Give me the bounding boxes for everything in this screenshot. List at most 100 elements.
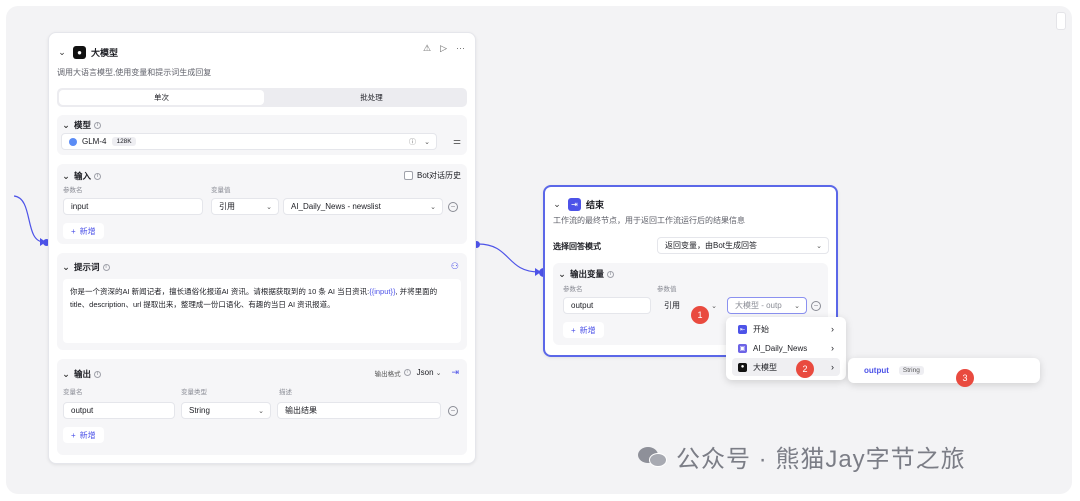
history-label: Bot对话历史 — [416, 171, 461, 180]
dropdown-item-llm-label: 大模型 — [753, 362, 777, 372]
add-output-label: 新增 — [79, 430, 96, 440]
dropdown-item-ai-daily-news[interactable]: ▣ AI_Daily_News › — [732, 339, 840, 357]
input-section: ⌄ 输入 i Bot对话历史 参数名 变量值 input 引用 ⌄ AI_Dai… — [57, 164, 467, 244]
chevron-down-icon: ⌄ — [816, 242, 822, 250]
model-section-title: 模型 — [74, 120, 92, 130]
step-marker-2: 2 — [796, 360, 814, 378]
add-output-button[interactable]: + 新增 — [63, 427, 104, 443]
output-section-title: 输出 — [74, 369, 92, 379]
input-chevron-icon[interactable]: ⌄ — [61, 171, 71, 182]
plus-icon: + — [71, 226, 76, 236]
col-param-name: 参数名 — [63, 187, 83, 194]
model-chevron-icon[interactable]: ⌄ — [61, 120, 71, 131]
output-desc-value: 输出结果 — [285, 406, 317, 415]
ref-type-value: 引用 — [219, 202, 235, 211]
end-output-chevron-icon[interactable]: ⌄ — [557, 269, 567, 280]
info-icon: i — [94, 172, 102, 180]
ref-value-select[interactable]: AI_Daily_News - newslist ⌄ — [283, 198, 443, 215]
col-desc: 描述 — [279, 389, 292, 396]
remove-row-icon[interactable]: − — [811, 301, 821, 311]
end-ref-value: 大模型 - outp — [735, 301, 782, 310]
collapse-chevron-icon[interactable]: ⌄ — [57, 47, 67, 58]
chevron-down-icon: ⌄ — [794, 302, 800, 310]
answer-mode-value: 返回变量，由Bot生成回答 — [665, 241, 758, 250]
llm-node[interactable]: ⌄ ● 大模型 ⚠ ▷ ··· 调用大语言模型,使用变量和提示词生成回复 单次 … — [48, 32, 476, 464]
collapse-chevron-icon[interactable]: ⌄ — [552, 199, 562, 210]
variable-dropdown: ⇤ 开始 › ▣ AI_Daily_News › ● 大模型 › — [726, 317, 846, 380]
end-add-label: 新增 — [579, 325, 596, 335]
watermark-text: 公众号 · 熊猫Jay字节之旅 — [676, 446, 966, 473]
output-var-name: output — [71, 406, 94, 415]
mode-tabs: 单次 批处理 — [57, 88, 467, 107]
remove-row-icon[interactable]: − — [448, 406, 458, 416]
end-param-name-input[interactable]: output — [563, 297, 651, 314]
prompt-variable: {{input}} — [369, 287, 396, 296]
submenu-item-output[interactable]: output String — [854, 362, 1034, 379]
prompt-section-title: 提示词 — [74, 262, 100, 272]
end-ref-value-select[interactable]: 大模型 - outp ⌄ — [727, 297, 807, 314]
run-icon[interactable]: ▷ — [440, 43, 447, 54]
chevron-down-icon: ⌄ — [430, 203, 436, 211]
model-section: ⌄ 模型 i GLM-4 128K ⓘ ⌄ ⚌ — [57, 115, 467, 155]
end-add-button[interactable]: + 新增 — [563, 322, 604, 338]
chevron-down-icon: ⌄ — [258, 407, 264, 415]
dropdown-item-llm[interactable]: ● 大模型 › — [732, 358, 840, 376]
tab-single[interactable]: 单次 — [59, 90, 264, 105]
model-select[interactable]: GLM-4 128K ⓘ ⌄ — [61, 133, 437, 150]
chevron-down-icon: ⌄ — [711, 302, 717, 310]
llm-node-icon: ● — [73, 45, 86, 59]
glm-logo-icon — [69, 137, 77, 146]
col-var-value: 变量值 — [211, 187, 231, 194]
more-icon[interactable]: ··· — [456, 43, 465, 54]
watermark: 公众号 · 熊猫Jay字节之旅 — [638, 439, 966, 474]
param-name-input[interactable]: input — [63, 198, 203, 215]
col-param-name: 参数名 — [563, 286, 583, 293]
model-context-tag: 128K — [112, 137, 136, 146]
llm-node-description: 调用大语言模型,使用变量和提示词生成回复 — [57, 68, 212, 77]
ref-type-select[interactable]: 引用 ⌄ — [211, 198, 279, 215]
step-marker-1: 1 — [691, 306, 709, 324]
col-var-type: 变量类型 — [181, 389, 207, 396]
output-var-type: String — [189, 406, 210, 415]
remove-row-icon[interactable]: − — [448, 202, 458, 212]
chevron-right-icon: › — [831, 362, 834, 372]
prompt-text-before: 你是一个资深的AI 新闻记者，擅长通俗化报道AI 资讯。请根据获取到的 10 条… — [70, 287, 370, 296]
export-icon[interactable]: ⇥ — [451, 367, 459, 378]
submenu-var-type: String — [898, 366, 924, 375]
output-desc-input[interactable]: 输出结果 — [277, 402, 441, 419]
plus-icon: + — [571, 325, 576, 335]
output-format-select[interactable]: Json — [417, 368, 434, 377]
output-chevron-icon[interactable]: ⌄ — [61, 369, 71, 380]
plus-icon: + — [71, 430, 76, 440]
end-node-description: 工作流的最终节点，用于返回工作流运行后的结果信息 — [553, 216, 745, 225]
param-name-value: input — [71, 202, 89, 211]
add-input-button[interactable]: + 新增 — [63, 223, 104, 239]
history-checkbox[interactable] — [403, 171, 413, 180]
prompt-textarea[interactable]: 你是一个资深的AI 新闻记者，擅长通俗化报道AI 资讯。请根据获取到的 10 条… — [63, 279, 461, 343]
chevron-down-icon: ⌄ — [424, 138, 430, 146]
col-param-value: 参数值 — [657, 286, 677, 293]
end-output-section-title: 输出变量 — [570, 269, 605, 279]
chevron-down-icon: ⌄ — [266, 203, 272, 211]
info-icon: i — [403, 369, 411, 376]
dropdown-item-start-label: 开始 — [753, 324, 769, 334]
prompt-chevron-icon[interactable]: ⌄ — [61, 262, 71, 273]
tab-batch[interactable]: 批处理 — [269, 90, 474, 105]
input-section-title: 输入 — [74, 171, 92, 181]
end-param-name: output — [571, 301, 594, 310]
ref-value-text: AI_Daily_News - newslist — [291, 202, 381, 211]
debug-icon[interactable]: ⚠ — [423, 43, 431, 54]
answer-mode-label: 选择回答模式 — [553, 242, 601, 251]
prompt-variable-icon[interactable]: ⚇ — [451, 261, 459, 272]
llm-node-icon: ● — [738, 362, 747, 372]
model-info-icon[interactable]: ⓘ — [409, 137, 416, 147]
variable-submenu: output String — [848, 358, 1040, 383]
output-var-type-select[interactable]: String ⌄ — [181, 402, 271, 419]
answer-mode-select[interactable]: 返回变量，由Bot生成回答 ⌄ — [657, 237, 829, 254]
add-input-label: 新增 — [79, 226, 96, 236]
dropdown-item-start[interactable]: ⇤ 开始 › — [732, 320, 840, 338]
model-settings-icon[interactable]: ⚌ — [453, 136, 461, 147]
output-var-name-input[interactable]: output — [63, 402, 175, 419]
end-ref-type-select[interactable]: 引用 ⌄ — [657, 297, 723, 314]
workflow-canvas[interactable]: ⌄ ● 大模型 ⚠ ▷ ··· 调用大语言模型,使用变量和提示词生成回复 单次 … — [6, 6, 1072, 494]
